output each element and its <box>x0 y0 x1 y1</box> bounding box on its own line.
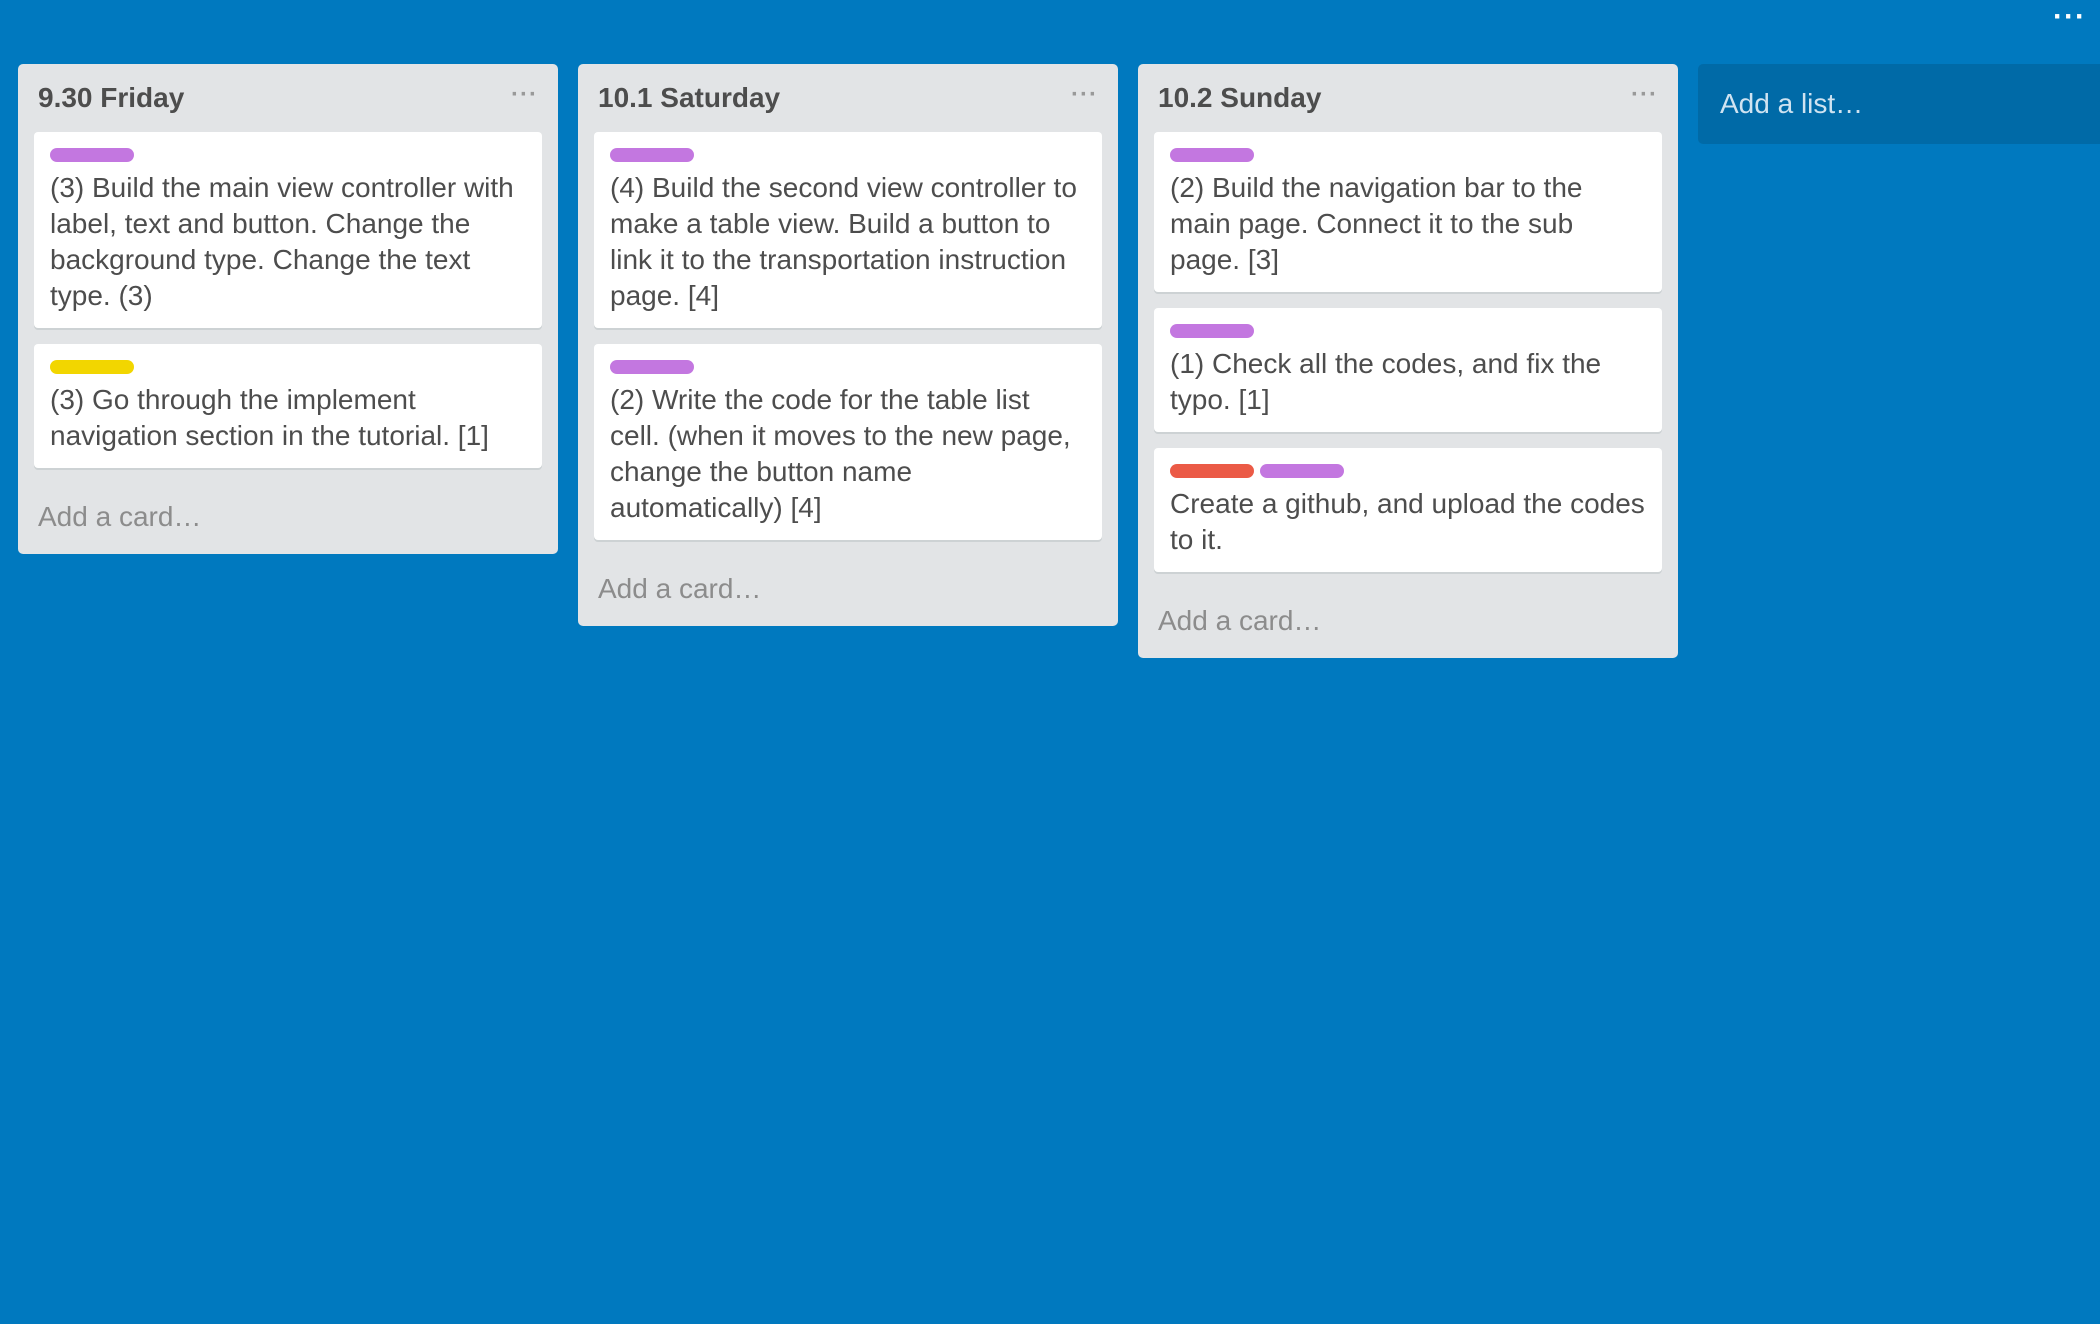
card-title: (3) Build the main view controller with … <box>50 172 514 311</box>
list-title[interactable]: 10.1 Saturday <box>598 82 780 114</box>
card-labels <box>1170 324 1646 338</box>
label-purple[interactable] <box>1260 464 1344 478</box>
card-title: Create a github, and upload the codes to… <box>1170 488 1645 555</box>
card-labels <box>1170 464 1646 478</box>
list-menu-icon[interactable]: ··· <box>511 81 538 109</box>
card-title: (2) Write the code for the table list ce… <box>610 384 1071 523</box>
card-labels <box>50 148 526 162</box>
label-purple[interactable] <box>610 360 694 374</box>
list-header: 10.2 Sunday ··· <box>1154 64 1662 132</box>
add-card-button[interactable]: Add a card… <box>594 552 1102 626</box>
card[interactable]: (3) Build the main view controller with … <box>34 132 542 328</box>
card[interactable]: (3) Go through the implement navigation … <box>34 344 542 468</box>
add-card-button[interactable]: Add a card… <box>1154 584 1662 658</box>
card-labels <box>610 360 1086 374</box>
card-title: (3) Go through the implement navigation … <box>50 384 489 451</box>
card[interactable]: (2) Write the code for the table list ce… <box>594 344 1102 540</box>
card[interactable]: (1) Check all the codes, and fix the typ… <box>1154 308 1662 432</box>
card[interactable]: Create a github, and upload the codes to… <box>1154 448 1662 572</box>
list-10-1-saturday: 10.1 Saturday ··· (4) Build the second v… <box>578 64 1118 626</box>
card-labels <box>50 360 526 374</box>
card-title: (1) Check all the codes, and fix the typ… <box>1170 348 1602 415</box>
add-card-button[interactable]: Add a card… <box>34 480 542 554</box>
label-purple[interactable] <box>50 148 134 162</box>
card[interactable]: (2) Build the navigation bar to the main… <box>1154 132 1662 292</box>
card-labels <box>610 148 1086 162</box>
list-menu-icon[interactable]: ··· <box>1631 81 1658 109</box>
label-purple[interactable] <box>610 148 694 162</box>
list-menu-icon[interactable]: ··· <box>1071 81 1098 109</box>
board: 9.30 Friday ··· (3) Build the main view … <box>18 64 2100 658</box>
list-9-30-friday: 9.30 Friday ··· (3) Build the main view … <box>18 64 558 554</box>
list-header: 10.1 Saturday ··· <box>594 64 1102 132</box>
card-title: (4) Build the second view controller to … <box>610 172 1077 311</box>
board-menu-icon[interactable]: ··· <box>2053 2 2086 32</box>
label-purple[interactable] <box>1170 324 1254 338</box>
list-title[interactable]: 9.30 Friday <box>38 82 184 114</box>
label-purple[interactable] <box>1170 148 1254 162</box>
list-header: 9.30 Friday ··· <box>34 64 542 132</box>
card-labels <box>1170 148 1646 162</box>
card-title: (2) Build the navigation bar to the main… <box>1170 172 1583 275</box>
label-red[interactable] <box>1170 464 1254 478</box>
add-list-button[interactable]: Add a list… <box>1698 64 2100 144</box>
list-title[interactable]: 10.2 Sunday <box>1158 82 1321 114</box>
list-10-2-sunday: 10.2 Sunday ··· (2) Build the navigation… <box>1138 64 1678 658</box>
label-yellow[interactable] <box>50 360 134 374</box>
card[interactable]: (4) Build the second view controller to … <box>594 132 1102 328</box>
